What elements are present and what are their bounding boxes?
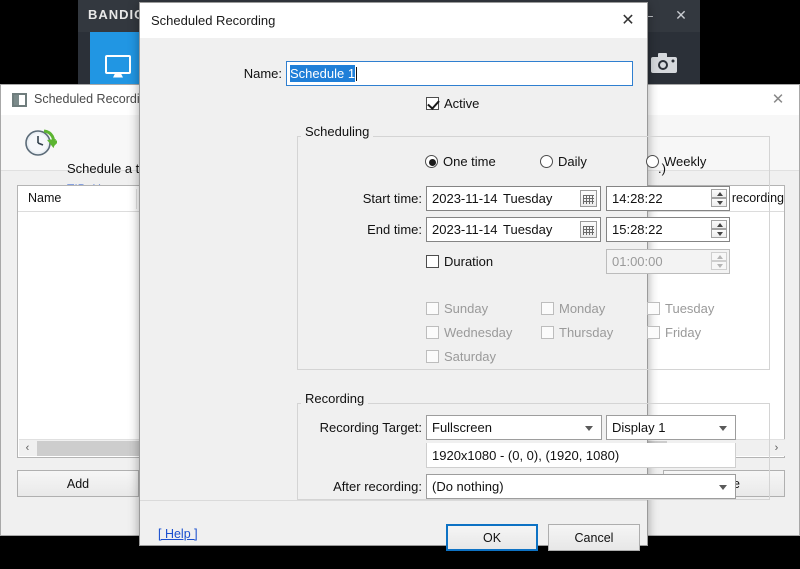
dialog-title: Scheduled Recording xyxy=(151,13,276,28)
weekday-label-tuesday[interactable]: Tuesday xyxy=(665,301,714,316)
weekday-label-thursday[interactable]: Thursday xyxy=(559,325,613,340)
help-link[interactable]: [ Help ] xyxy=(158,527,198,541)
start-clock-value: 14:28:22 xyxy=(612,191,663,206)
close-button[interactable]: ✕ xyxy=(666,2,696,28)
scheduled-recording-dialog: Scheduled Recording ✕ Name: Schedule 1 A… xyxy=(139,2,770,551)
display-select[interactable]: Display 1 xyxy=(606,415,736,440)
scroll-right-icon[interactable]: › xyxy=(768,440,785,457)
scheduled-recording-title: Scheduled Recording xyxy=(34,92,154,106)
weekday-checkbox-wednesday[interactable] xyxy=(426,326,439,339)
radio-weekly-label[interactable]: Weekly xyxy=(664,154,706,169)
end-clock-stepper[interactable] xyxy=(711,220,727,239)
end-day-value: Tuesday xyxy=(503,222,553,237)
weekday-checkbox-friday[interactable] xyxy=(647,326,660,339)
scheduled-recording-icon xyxy=(12,93,27,107)
weekday-checkbox-tuesday[interactable] xyxy=(647,302,660,315)
recording-target-label: Recording Target: xyxy=(319,420,422,435)
weekday-label-saturday[interactable]: Saturday xyxy=(444,349,496,364)
name-input-value: Schedule 1 xyxy=(290,65,356,82)
recording-target-select[interactable]: Fullscreen xyxy=(426,415,602,440)
radio-one-time-label[interactable]: One time xyxy=(443,154,496,169)
ok-button[interactable]: OK xyxy=(446,524,538,551)
duration-value: 01:00:00 xyxy=(612,254,663,269)
stepper-down-icon[interactable] xyxy=(711,261,727,270)
resolution-info: 1920x1080 - (0, 0), (1920, 1080) xyxy=(426,443,736,468)
calendar-icon[interactable] xyxy=(580,221,597,238)
dialog-titlebar: Scheduled Recording ✕ xyxy=(140,3,647,38)
duration-input[interactable]: 01:00:00 xyxy=(606,249,730,274)
end-date-picker[interactable]: 2023-11-14 Tuesday xyxy=(426,217,601,242)
stepper-up-icon[interactable] xyxy=(711,189,727,198)
end-clock-value: 15:28:22 xyxy=(612,222,663,237)
radio-daily[interactable] xyxy=(540,155,553,168)
radio-one-time[interactable] xyxy=(425,155,438,168)
active-checkbox[interactable] xyxy=(426,97,439,110)
weekday-checkbox-monday[interactable] xyxy=(541,302,554,315)
recording-group-title: Recording xyxy=(301,391,369,406)
end-time-label: End time: xyxy=(367,222,422,237)
weekday-checkbox-saturday[interactable] xyxy=(426,350,439,363)
cancel-button[interactable]: Cancel xyxy=(548,524,640,551)
start-time-label: Start time: xyxy=(362,191,422,206)
stepper-down-icon[interactable] xyxy=(711,229,727,238)
chevron-down-icon[interactable] xyxy=(585,426,593,431)
stepper-down-icon[interactable] xyxy=(711,198,727,207)
start-clock-stepper[interactable] xyxy=(711,189,727,208)
weekday-label-monday[interactable]: Monday xyxy=(559,301,605,316)
start-day-value: Tuesday xyxy=(503,191,553,206)
weekday-label-wednesday[interactable]: Wednesday xyxy=(444,325,512,340)
weekday-checkbox-sunday[interactable] xyxy=(426,302,439,315)
stepper-up-icon[interactable] xyxy=(711,252,727,261)
divider xyxy=(140,500,647,501)
close-icon[interactable]: ✕ xyxy=(767,90,789,108)
camera-icon[interactable] xyxy=(650,52,678,74)
recording-target-value: Fullscreen xyxy=(432,420,492,435)
radio-daily-label[interactable]: Daily xyxy=(558,154,587,169)
after-recording-value: (Do nothing) xyxy=(432,479,504,494)
monitor-icon xyxy=(105,54,131,74)
clock-icon xyxy=(23,126,59,160)
end-clock-input[interactable]: 15:28:22 xyxy=(606,217,730,242)
close-icon[interactable]: ✕ xyxy=(615,9,641,33)
stepper-up-icon[interactable] xyxy=(711,220,727,229)
weekday-checkbox-thursday[interactable] xyxy=(541,326,554,339)
name-label: Name: xyxy=(243,66,282,81)
start-date-picker[interactable]: 2023-11-14 Tuesday xyxy=(426,186,601,211)
weekday-label-sunday[interactable]: Sunday xyxy=(444,301,488,316)
add-button[interactable]: Add xyxy=(17,470,139,497)
calendar-icon[interactable] xyxy=(580,190,597,207)
after-recording-select[interactable]: (Do nothing) xyxy=(426,474,736,499)
weekday-label-friday[interactable]: Friday xyxy=(665,325,701,340)
chevron-down-icon[interactable] xyxy=(719,426,727,431)
after-recording-label: After recording: xyxy=(333,479,422,494)
start-clock-input[interactable]: 14:28:22 xyxy=(606,186,730,211)
duration-stepper[interactable] xyxy=(711,252,727,271)
active-label[interactable]: Active xyxy=(444,96,479,111)
scheduling-group-title: Scheduling xyxy=(301,124,374,139)
screen: BANDICAM – ✕ Scheduled Recording ✕ Sched… xyxy=(0,0,800,569)
scroll-left-icon[interactable]: ‹ xyxy=(19,440,36,457)
text-caret xyxy=(356,66,358,81)
duration-checkbox[interactable] xyxy=(426,255,439,268)
column-header-name[interactable]: Name xyxy=(28,191,61,205)
name-input[interactable]: Schedule 1 xyxy=(286,61,633,86)
display-value: Display 1 xyxy=(612,420,666,435)
start-date-value: 2023-11-14 xyxy=(432,191,498,206)
scheduled-recording-heading: Schedule a ti xyxy=(67,161,143,176)
end-date-value: 2023-11-14 xyxy=(432,222,498,237)
chevron-down-icon[interactable] xyxy=(719,485,727,490)
duration-label[interactable]: Duration xyxy=(444,254,493,269)
column-divider[interactable] xyxy=(136,189,137,209)
radio-weekly[interactable] xyxy=(646,155,659,168)
